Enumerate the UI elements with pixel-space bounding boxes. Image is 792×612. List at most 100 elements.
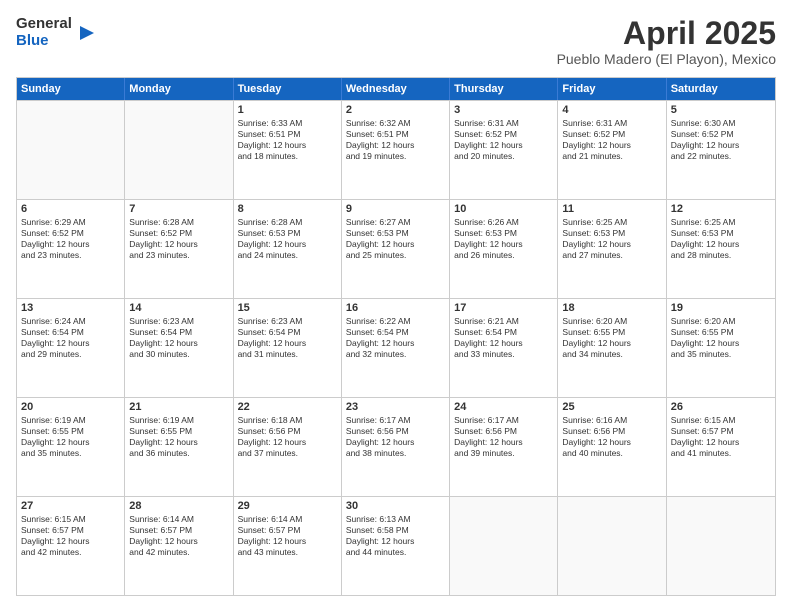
calendar-cell: 25Sunrise: 6:16 AMSunset: 6:56 PMDayligh… xyxy=(558,398,666,496)
cell-line: Sunrise: 6:16 AM xyxy=(562,415,661,426)
cell-line: Daylight: 12 hours xyxy=(346,140,445,151)
cell-line: Sunrise: 6:13 AM xyxy=(346,514,445,525)
main-title: April 2025 xyxy=(557,16,776,51)
cell-line: Sunset: 6:56 PM xyxy=(346,426,445,437)
calendar-cell xyxy=(17,101,125,199)
calendar-cell: 29Sunrise: 6:14 AMSunset: 6:57 PMDayligh… xyxy=(234,497,342,595)
cell-line: Sunset: 6:55 PM xyxy=(671,327,771,338)
calendar-body: 1Sunrise: 6:33 AMSunset: 6:51 PMDaylight… xyxy=(17,100,775,595)
cell-line: Sunrise: 6:28 AM xyxy=(129,217,228,228)
cell-line: Sunrise: 6:26 AM xyxy=(454,217,553,228)
calendar-cell: 16Sunrise: 6:22 AMSunset: 6:54 PMDayligh… xyxy=(342,299,450,397)
cell-line: Sunset: 6:54 PM xyxy=(454,327,553,338)
day-number: 2 xyxy=(346,104,445,116)
cell-line: Sunset: 6:53 PM xyxy=(562,228,661,239)
calendar-cell: 18Sunrise: 6:20 AMSunset: 6:55 PMDayligh… xyxy=(558,299,666,397)
day-number: 25 xyxy=(562,401,661,413)
cell-line: and 41 minutes. xyxy=(671,448,771,459)
calendar-cell: 13Sunrise: 6:24 AMSunset: 6:54 PMDayligh… xyxy=(17,299,125,397)
cell-line: Daylight: 12 hours xyxy=(21,536,120,547)
cell-line: Sunset: 6:53 PM xyxy=(671,228,771,239)
cell-line: Sunrise: 6:14 AM xyxy=(238,514,337,525)
calendar-header-cell: Sunday xyxy=(17,78,125,100)
cell-line: and 44 minutes. xyxy=(346,547,445,558)
calendar-cell: 8Sunrise: 6:28 AMSunset: 6:53 PMDaylight… xyxy=(234,200,342,298)
cell-line: Daylight: 12 hours xyxy=(21,338,120,349)
day-number: 3 xyxy=(454,104,553,116)
day-number: 20 xyxy=(21,401,120,413)
calendar-row: 6Sunrise: 6:29 AMSunset: 6:52 PMDaylight… xyxy=(17,199,775,298)
cell-line: Daylight: 12 hours xyxy=(129,437,228,448)
day-number: 10 xyxy=(454,203,553,215)
calendar-header-cell: Wednesday xyxy=(342,78,450,100)
calendar-cell: 28Sunrise: 6:14 AMSunset: 6:57 PMDayligh… xyxy=(125,497,233,595)
calendar-cell xyxy=(558,497,666,595)
cell-line: Sunrise: 6:21 AM xyxy=(454,316,553,327)
day-number: 7 xyxy=(129,203,228,215)
calendar-cell: 27Sunrise: 6:15 AMSunset: 6:57 PMDayligh… xyxy=(17,497,125,595)
calendar-cell: 19Sunrise: 6:20 AMSunset: 6:55 PMDayligh… xyxy=(667,299,775,397)
cell-line: and 42 minutes. xyxy=(129,547,228,558)
cell-line: Sunrise: 6:20 AM xyxy=(671,316,771,327)
cell-line: Sunset: 6:54 PM xyxy=(346,327,445,338)
cell-line: Daylight: 12 hours xyxy=(238,239,337,250)
cell-line: Daylight: 12 hours xyxy=(238,338,337,349)
header: General Blue April 2025 Pueblo Madero (E… xyxy=(16,16,776,67)
calendar-cell xyxy=(450,497,558,595)
cell-line: Sunset: 6:52 PM xyxy=(562,129,661,140)
day-number: 19 xyxy=(671,302,771,314)
calendar-row: 1Sunrise: 6:33 AMSunset: 6:51 PMDaylight… xyxy=(17,100,775,199)
day-number: 15 xyxy=(238,302,337,314)
subtitle: Pueblo Madero (El Playon), Mexico xyxy=(557,51,776,67)
page: General Blue April 2025 Pueblo Madero (E… xyxy=(0,0,792,612)
day-number: 30 xyxy=(346,500,445,512)
calendar-cell: 24Sunrise: 6:17 AMSunset: 6:56 PMDayligh… xyxy=(450,398,558,496)
day-number: 13 xyxy=(21,302,120,314)
cell-line: Sunrise: 6:17 AM xyxy=(346,415,445,426)
cell-line: Sunset: 6:55 PM xyxy=(129,426,228,437)
calendar-cell: 5Sunrise: 6:30 AMSunset: 6:52 PMDaylight… xyxy=(667,101,775,199)
cell-line: Daylight: 12 hours xyxy=(238,536,337,547)
calendar-cell: 21Sunrise: 6:19 AMSunset: 6:55 PMDayligh… xyxy=(125,398,233,496)
cell-line: and 36 minutes. xyxy=(129,448,228,459)
calendar-header-cell: Thursday xyxy=(450,78,558,100)
cell-line: and 40 minutes. xyxy=(562,448,661,459)
cell-line: Sunrise: 6:33 AM xyxy=(238,118,337,129)
calendar-cell: 7Sunrise: 6:28 AMSunset: 6:52 PMDaylight… xyxy=(125,200,233,298)
cell-line: and 43 minutes. xyxy=(238,547,337,558)
cell-line: Sunset: 6:52 PM xyxy=(454,129,553,140)
cell-line: Sunset: 6:54 PM xyxy=(21,327,120,338)
calendar-header: SundayMondayTuesdayWednesdayThursdayFrid… xyxy=(17,78,775,100)
cell-line: Daylight: 12 hours xyxy=(454,140,553,151)
cell-line: Sunset: 6:52 PM xyxy=(671,129,771,140)
cell-line: and 21 minutes. xyxy=(562,151,661,162)
day-number: 16 xyxy=(346,302,445,314)
cell-line: Daylight: 12 hours xyxy=(21,437,120,448)
cell-line: Sunset: 6:57 PM xyxy=(21,525,120,536)
cell-line: Sunset: 6:55 PM xyxy=(562,327,661,338)
calendar-header-cell: Tuesday xyxy=(234,78,342,100)
cell-line: Sunrise: 6:23 AM xyxy=(238,316,337,327)
cell-line: Sunset: 6:55 PM xyxy=(21,426,120,437)
cell-line: and 38 minutes. xyxy=(346,448,445,459)
cell-line: Sunrise: 6:22 AM xyxy=(346,316,445,327)
cell-line: and 18 minutes. xyxy=(238,151,337,162)
cell-line: Sunrise: 6:19 AM xyxy=(129,415,228,426)
cell-line: and 34 minutes. xyxy=(562,349,661,360)
calendar-cell: 1Sunrise: 6:33 AMSunset: 6:51 PMDaylight… xyxy=(234,101,342,199)
calendar-header-cell: Saturday xyxy=(667,78,775,100)
cell-line: Sunset: 6:56 PM xyxy=(454,426,553,437)
title-area: April 2025 Pueblo Madero (El Playon), Me… xyxy=(557,16,776,67)
cell-line: Sunrise: 6:25 AM xyxy=(562,217,661,228)
cell-line: Daylight: 12 hours xyxy=(562,239,661,250)
calendar-cell: 12Sunrise: 6:25 AMSunset: 6:53 PMDayligh… xyxy=(667,200,775,298)
logo-general: General xyxy=(16,16,72,33)
cell-line: and 42 minutes. xyxy=(21,547,120,558)
cell-line: Daylight: 12 hours xyxy=(129,239,228,250)
day-number: 8 xyxy=(238,203,337,215)
cell-line: Sunrise: 6:29 AM xyxy=(21,217,120,228)
calendar: SundayMondayTuesdayWednesdayThursdayFrid… xyxy=(16,77,776,596)
cell-line: Daylight: 12 hours xyxy=(346,536,445,547)
cell-line: and 35 minutes. xyxy=(671,349,771,360)
cell-line: Sunset: 6:54 PM xyxy=(129,327,228,338)
